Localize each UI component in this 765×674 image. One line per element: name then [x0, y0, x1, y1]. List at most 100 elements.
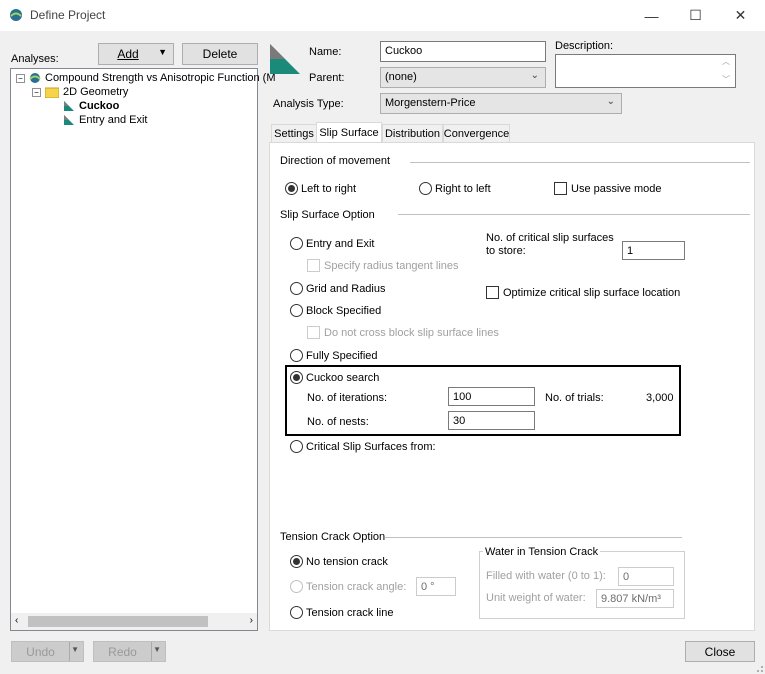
description-textarea[interactable] [555, 54, 736, 88]
redo-button[interactable]: Redo ▼ [93, 641, 166, 662]
tree-item-project[interactable]: − Compound Strength vs Anisotropic Funct… [16, 72, 276, 84]
scroll-down-icon[interactable]: ﹀ [722, 74, 730, 85]
scroll-right-icon[interactable]: › [250, 615, 253, 626]
optimize-checkbox[interactable]: Optimize critical slip surface location [486, 286, 680, 299]
analysis-type-select[interactable]: Morgenstern-Price ⌄ [380, 93, 622, 114]
iterations-label: No. of iterations: [307, 392, 388, 404]
left-to-right-radio[interactable]: Left to right [285, 182, 356, 195]
divider [410, 162, 750, 163]
direction-group-title: Direction of movement [280, 155, 391, 167]
critical-from-radio[interactable]: Critical Slip Surfaces from: [290, 440, 436, 453]
window-title: Define Project [30, 8, 106, 22]
checkbox-icon [307, 326, 320, 339]
scroll-up-icon[interactable]: ︿ [722, 56, 730, 67]
tab-slip-surface[interactable]: Slip Surface [316, 122, 382, 143]
minimize-button[interactable]: — [629, 0, 674, 31]
radio-label: Entry and Exit [306, 237, 375, 250]
dropdown-arrow-icon[interactable]: ▼ [71, 645, 79, 654]
parent-select[interactable]: (none) ⌄ [380, 67, 546, 88]
undo-label: Undo [26, 644, 55, 659]
resize-grip-icon[interactable] [752, 661, 764, 673]
analysis-icon [64, 101, 74, 111]
fully-specified-radio[interactable]: Fully Specified [290, 349, 378, 362]
checkbox-icon [554, 182, 567, 195]
cuckoo-search-radio[interactable]: Cuckoo search [290, 371, 379, 384]
globe-icon [29, 73, 41, 83]
radio-label: Grid and Radius [306, 282, 386, 295]
radio-label: No tension crack [306, 555, 388, 568]
analyses-tree[interactable]: − Compound Strength vs Anisotropic Funct… [10, 68, 276, 631]
unit-weight-input[interactable]: 9.807 kN/m³ [596, 589, 674, 608]
no-tension-crack-radio[interactable]: No tension crack [290, 555, 388, 568]
tree-item-cuckoo[interactable]: Cuckoo [63, 100, 119, 112]
radio-icon [290, 440, 303, 453]
tension-crack-angle-input[interactable]: 0 ° [416, 577, 456, 596]
radio-label: Left to right [301, 182, 357, 195]
close-window-button[interactable]: ✕ [718, 0, 763, 31]
name-label: Name: [309, 46, 342, 58]
tab-convergence[interactable]: Convergence [443, 124, 510, 142]
redo-label: Redo [108, 644, 137, 659]
critical-store-input[interactable]: 1 [622, 241, 685, 260]
add-button-label: Add [117, 47, 139, 61]
radius-tangent-checkbox[interactable]: Specify radius tangent lines [307, 259, 459, 272]
dropdown-arrow-icon: ▼ [158, 47, 167, 57]
split-divider [69, 642, 70, 661]
analysis-type-icon [270, 44, 300, 74]
iterations-input[interactable]: 100 [448, 387, 535, 406]
tree-item-label: Entry and Exit [79, 114, 148, 126]
radio-icon [290, 304, 303, 317]
radio-icon [290, 282, 303, 295]
grid-radius-radio[interactable]: Grid and Radius [290, 282, 386, 295]
tree-item-2d-geometry[interactable]: − 2D Geometry [32, 86, 128, 98]
tree-item-entry-exit[interactable]: Entry and Exit [63, 114, 147, 126]
checkbox-label: Specify radius tangent lines [324, 259, 459, 272]
checkbox-label: Use passive mode [571, 182, 662, 195]
collapse-icon[interactable]: − [32, 87, 41, 97]
analysis-icon [64, 115, 74, 125]
delete-button[interactable]: Delete [182, 43, 258, 65]
right-to-left-radio[interactable]: Right to left [419, 182, 491, 195]
slip-option-group-title: Slip Surface Option [280, 209, 375, 221]
description-label: Description: [555, 40, 614, 52]
name-input[interactable]: Cuckoo [380, 41, 546, 62]
trials-value: 3,000 [646, 392, 674, 404]
radio-label: Block Specified [306, 304, 382, 317]
radio-selected-icon [285, 182, 298, 195]
passive-mode-checkbox[interactable]: Use passive mode [554, 182, 662, 195]
block-specified-radio[interactable]: Block Specified [290, 304, 381, 317]
dropdown-arrow-icon[interactable]: ▼ [153, 645, 161, 654]
nests-input[interactable]: 30 [448, 411, 535, 430]
maximize-button[interactable]: ☐ [673, 0, 718, 31]
add-button[interactable]: Add ▼ [98, 43, 174, 65]
close-button[interactable]: Close [685, 641, 755, 662]
undo-button[interactable]: Undo ▼ [11, 641, 84, 662]
tab-distribution[interactable]: Distribution [382, 124, 443, 142]
tension-crack-angle-radio[interactable]: Tension crack angle: [290, 580, 406, 593]
radio-label: Right to left [435, 182, 491, 195]
radio-label: Tension crack angle: [306, 580, 407, 593]
app-icon [10, 9, 22, 21]
radio-icon [290, 580, 303, 593]
radio-icon [290, 606, 303, 619]
filled-water-input[interactable]: 0 [618, 567, 674, 586]
scroll-left-icon[interactable]: ‹ [15, 615, 18, 626]
divider [385, 537, 682, 538]
tension-crack-line-radio[interactable]: Tension crack line [290, 606, 393, 619]
chevron-down-icon: ⌄ [530, 70, 539, 81]
radio-label: Tension crack line [306, 606, 394, 619]
trials-label: No. of trials: [545, 392, 604, 404]
scrollbar-thumb[interactable] [28, 616, 208, 627]
radio-label: Cuckoo search [306, 371, 380, 384]
checkbox-label: Do not cross block slip surface lines [324, 326, 499, 339]
tab-settings[interactable]: Settings [271, 124, 317, 142]
unit-weight-label: Unit weight of water: [486, 592, 586, 604]
entry-exit-radio[interactable]: Entry and Exit [290, 237, 374, 250]
no-cross-block-checkbox[interactable]: Do not cross block slip surface lines [307, 326, 499, 339]
critical-store-label: No. of critical slip surfaces [486, 232, 614, 244]
radio-label: Critical Slip Surfaces from: [306, 440, 436, 453]
tension-group-title: Tension Crack Option [280, 531, 386, 543]
horizontal-scrollbar[interactable]: ‹ › [11, 613, 257, 630]
collapse-icon[interactable]: − [16, 73, 25, 83]
radio-selected-icon [290, 555, 303, 568]
